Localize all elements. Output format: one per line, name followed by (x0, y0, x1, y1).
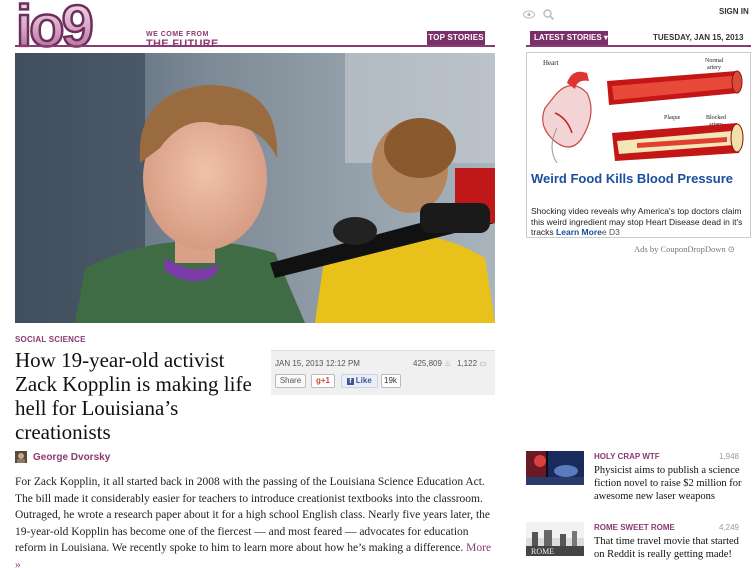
tagline: WE COME FROM THE FUTURE (146, 31, 219, 50)
svg-text:Heart: Heart (543, 59, 559, 67)
view-count: 425,809 ♨ (413, 359, 451, 368)
article-meta-box: JAN 15, 2013 12:12 PM 425,809 ♨ 1,122 ▭ … (271, 350, 495, 395)
story-thumbnail[interactable]: ROME (526, 522, 584, 556)
search-icon[interactable] (543, 9, 554, 20)
article-excerpt: For Zack Kopplin, it all started back in… (15, 474, 495, 568)
share-button[interactable]: Share (275, 374, 306, 388)
article-date: JAN 15, 2013 12:12 PM (275, 359, 360, 368)
ad-text: Shocking video reveals why America's top… (531, 206, 749, 237)
like-count: 19k (381, 374, 401, 388)
comment-count-value: 1,122 (457, 359, 478, 368)
ad-learn-more-link[interactable]: Learn More (556, 227, 602, 237)
story-title[interactable]: Physicist aims to publish a science fict… (594, 464, 744, 503)
facebook-like-button[interactable]: f Like (341, 374, 378, 388)
side-story-2[interactable]: ROME ROME SWEET ROME 4,249 That time tra… (526, 522, 751, 568)
comment-icon: ▭ (479, 359, 487, 368)
flame-icon: ♨ (444, 359, 452, 368)
view-count-value: 425,809 (413, 359, 442, 368)
author-icon (15, 451, 27, 463)
story-category[interactable]: HOLY CRAP WTF (594, 452, 660, 461)
ad-overlap-text: e D3 (601, 227, 620, 237)
svg-text:Blocked: Blocked (706, 115, 726, 121)
advertisement[interactable]: Heart Normal artery Plaque Blocked arter… (526, 52, 751, 238)
side-story-1[interactable]: HOLY CRAP WTF 1,948 Physicist aims to pu… (526, 451, 751, 506)
story-count: 4,249 (718, 523, 739, 532)
hero-image[interactable] (15, 53, 495, 323)
story-category[interactable]: ROME SWEET ROME (594, 523, 675, 532)
sign-in-link[interactable]: SIGN IN (719, 7, 749, 16)
ad-illustration: Heart Normal artery Plaque Blocked arter… (527, 53, 750, 168)
author-name[interactable]: George Dvorsky (33, 452, 110, 463)
latest-stories-dropdown[interactable]: LATEST STORIES ▾ (530, 31, 608, 45)
svg-text:ROME: ROME (531, 547, 554, 556)
author-byline: George Dvorsky (15, 451, 110, 463)
story-count: 1,948 (718, 452, 739, 461)
section-label[interactable]: SOCIAL SCIENCE (15, 335, 86, 344)
top-stories-button[interactable]: TOP STORIES (427, 31, 485, 45)
tagline-top: WE COME FROM (146, 31, 209, 38)
svg-text:artery: artery (707, 65, 721, 71)
article-headline[interactable]: How 19-year-old activist Zack Kopplin is… (15, 348, 265, 444)
google-plus-button[interactable]: g+1 (311, 374, 335, 388)
comment-count[interactable]: 1,122 ▭ (457, 359, 487, 368)
article-body: For Zack Kopplin, it all started back in… (15, 476, 491, 554)
ad-title[interactable]: Weird Food Kills Blood Pressure (531, 171, 746, 187)
svg-text:Normal: Normal (705, 58, 724, 64)
story-thumbnail[interactable] (526, 451, 584, 485)
story-title[interactable]: That time travel movie that started on R… (594, 535, 744, 561)
current-date: TUESDAY, JAN 15, 2013 (653, 33, 744, 42)
svg-text:Plaque: Plaque (664, 115, 681, 121)
ad-credit[interactable]: Ads by CouponDropDown ⊙ (634, 244, 735, 255)
eye-icon[interactable] (523, 10, 535, 19)
right-divider (526, 45, 751, 47)
facebook-icon: f (347, 378, 354, 385)
top-divider (15, 45, 495, 47)
